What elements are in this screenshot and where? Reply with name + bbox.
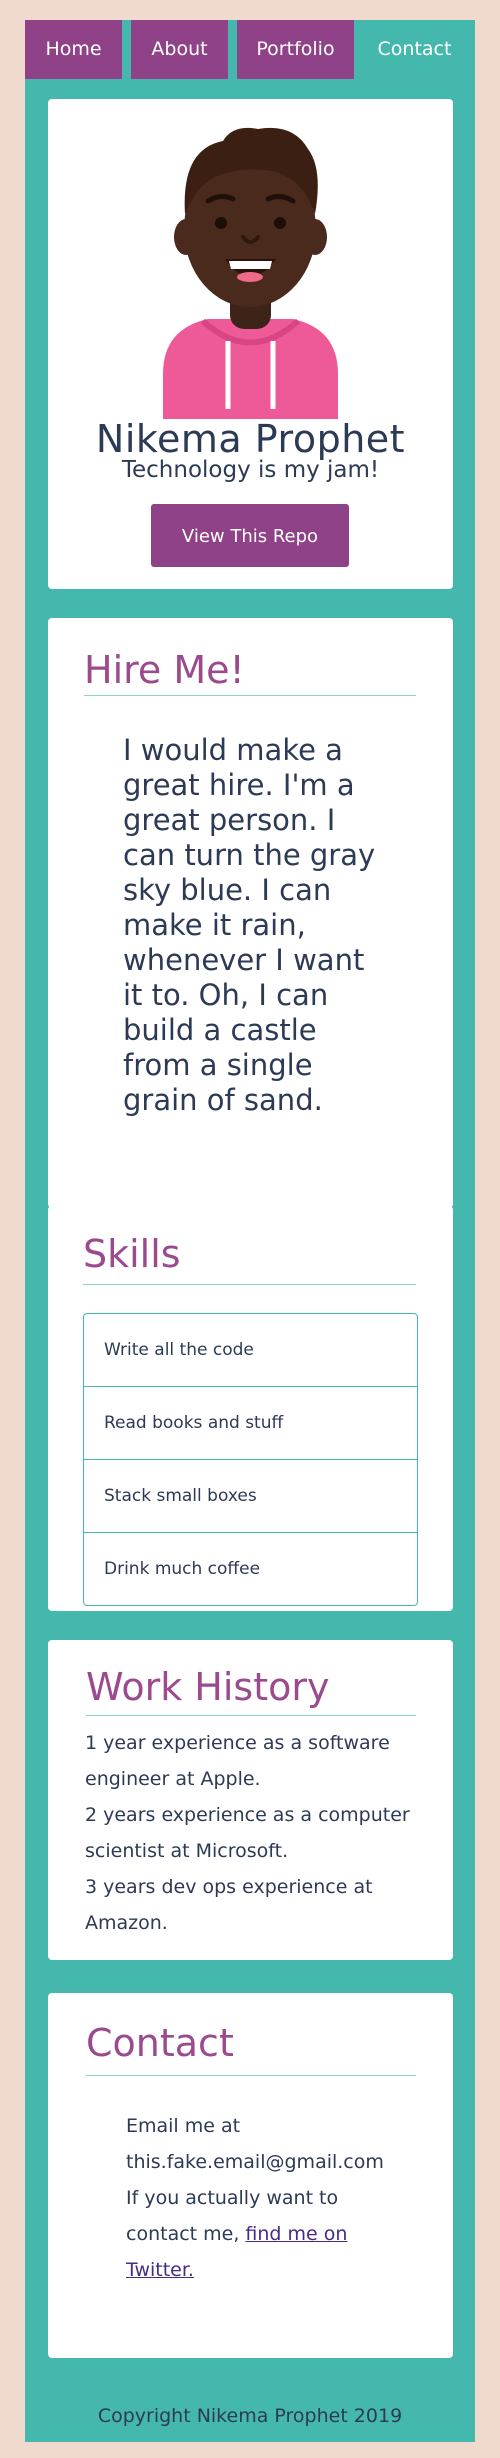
view-repo-button[interactable]: View This Repo bbox=[151, 504, 349, 567]
skills-card: Skills Write all the code Read books and… bbox=[48, 1206, 453, 1611]
work-divider bbox=[86, 1715, 416, 1716]
profile-card: Nikema Prophet Technology is my jam! Vie… bbox=[48, 99, 453, 589]
hire-title: Hire Me! bbox=[84, 648, 245, 692]
list-item: Read books and stuff bbox=[84, 1387, 417, 1460]
work-title: Work History bbox=[86, 1665, 330, 1709]
list-item: Drink much coffee bbox=[104, 1559, 261, 1579]
skills-list: Write all the code Read books and stuff … bbox=[83, 1313, 418, 1606]
list-item: Write all the code bbox=[84, 1314, 417, 1387]
contact-email: Email me at this.fake.email@gmail.com bbox=[126, 2115, 384, 2173]
contact-twitter-line: If you actually want to contact me, find… bbox=[126, 2180, 396, 2288]
profile-name: Nikema Prophet bbox=[95, 417, 406, 461]
work-card: Work History 1 year experience as a soft… bbox=[48, 1640, 453, 1960]
work-list: 1 year experience as a software engineer… bbox=[85, 1725, 425, 1941]
hire-text: I would make a great hire. I'm a great p… bbox=[123, 733, 376, 1117]
avatar bbox=[163, 127, 338, 419]
top-nav: Home About Portfolio Contact bbox=[25, 20, 475, 79]
nav-home[interactable]: Home bbox=[25, 20, 122, 79]
page-frame: Home About Portfolio Contact Nikema Prop… bbox=[25, 20, 475, 2442]
contact-title: Contact bbox=[86, 2021, 234, 2065]
hire-card: Hire Me! I would make a great hire. I'm … bbox=[48, 618, 453, 1208]
contact-card: Contact Email me at this.fake.email@gmai… bbox=[48, 1993, 453, 2358]
nav-contact[interactable]: Contact bbox=[354, 20, 475, 79]
nav-about[interactable]: About bbox=[131, 20, 228, 79]
list-item: Stack small boxes bbox=[84, 1460, 417, 1533]
contact-text: Email me at this.fake.email@gmail.com If… bbox=[126, 2108, 396, 2288]
work-item: 2 years experience as a computer scienti… bbox=[85, 1804, 410, 1862]
skills-title: Skills bbox=[83, 1232, 181, 1276]
work-item: 3 years dev ops experience at Amazon. bbox=[85, 1876, 373, 1934]
work-item: 1 year experience as a software engineer… bbox=[85, 1732, 390, 1790]
footer: Copyright Nikema Prophet 2019 bbox=[97, 2405, 403, 2427]
profile-tagline: Technology is my jam! bbox=[121, 457, 380, 483]
hire-divider bbox=[84, 695, 416, 696]
nav-portfolio[interactable]: Portfolio bbox=[237, 20, 354, 79]
contact-divider bbox=[86, 2075, 416, 2076]
skills-divider bbox=[83, 1284, 416, 1285]
